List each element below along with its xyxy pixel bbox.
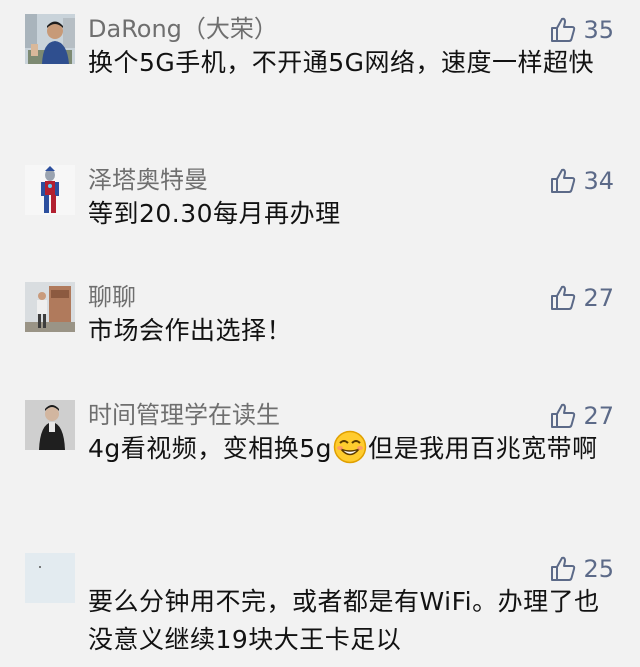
comment-username[interactable]: 聊聊 bbox=[88, 282, 136, 312]
like-button[interactable]: 34 bbox=[549, 167, 614, 195]
comment-text: 要么分钟用不完，或者都是有WiFi。办理了也没意义继续19块大王卡足以 bbox=[88, 587, 600, 654]
like-count: 35 bbox=[583, 16, 614, 44]
like-count: 27 bbox=[583, 402, 614, 430]
thumbs-up-icon bbox=[549, 284, 577, 312]
like-count: 25 bbox=[583, 555, 614, 583]
comment-username[interactable]: 时间管理学在读生 bbox=[88, 400, 280, 430]
comment-text-part: 4g看视频，变相换5g bbox=[88, 434, 333, 463]
thumbs-up-icon bbox=[549, 555, 577, 583]
comment-text: 市场会作出选择！ bbox=[88, 316, 293, 345]
comment-username[interactable]: DaRong（大荣） bbox=[88, 14, 278, 44]
comment-text: 换个5G手机，不开通5G网络，速度一样超快 bbox=[88, 48, 595, 77]
like-button[interactable]: 27 bbox=[549, 284, 614, 312]
person-monument-avatar[interactable] bbox=[25, 282, 75, 332]
like-button[interactable]: 35 bbox=[549, 16, 614, 44]
comment-text: 4g看视频，变相换5g 但是我用百兆宽带啊 bbox=[88, 430, 608, 475]
person-dark-coat-avatar[interactable] bbox=[25, 400, 75, 450]
ultraman-avatar[interactable] bbox=[25, 165, 75, 215]
sky-avatar[interactable] bbox=[25, 553, 75, 603]
thumbs-up-icon bbox=[549, 167, 577, 195]
like-button[interactable]: 27 bbox=[549, 402, 614, 430]
like-button[interactable]: 25 bbox=[549, 555, 614, 583]
comment-text: 等到20.30每月再办理 bbox=[88, 199, 341, 228]
person-city-avatar[interactable] bbox=[25, 14, 75, 64]
like-count: 27 bbox=[583, 284, 614, 312]
sly-grin-emoji bbox=[333, 430, 367, 475]
thumbs-up-icon bbox=[549, 16, 577, 44]
like-count: 34 bbox=[583, 167, 614, 195]
comment-username[interactable]: 泽塔奥特曼 bbox=[88, 165, 208, 195]
comment-text-part: 但是我用百兆宽带啊 bbox=[368, 434, 598, 463]
thumbs-up-icon bbox=[549, 402, 577, 430]
